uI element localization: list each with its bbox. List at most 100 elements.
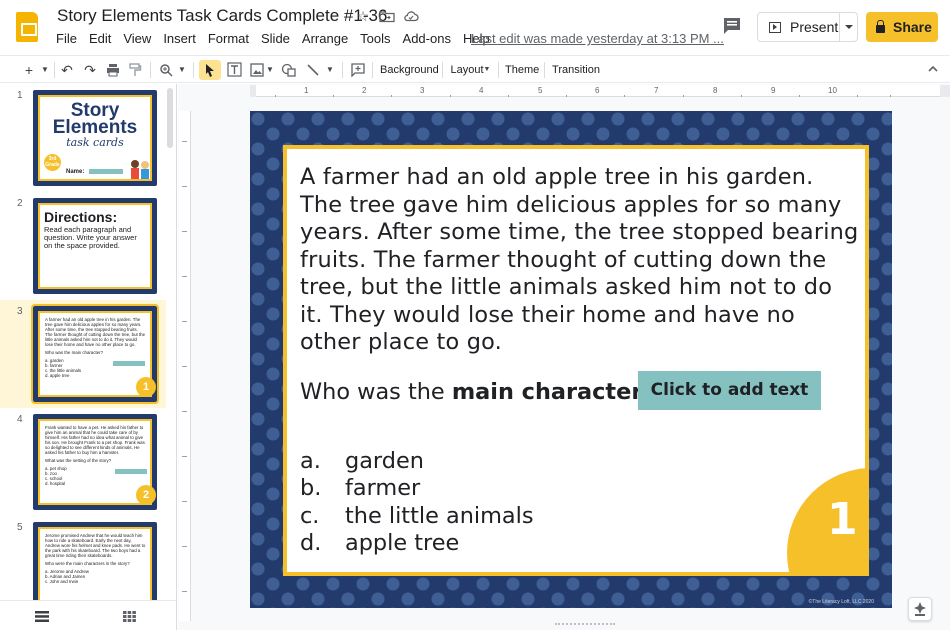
thumb-answer-bar — [113, 361, 145, 366]
new-slide-dropdown-icon[interactable]: ▼ — [38, 60, 52, 80]
story-passage[interactable]: A farmer had an old apple tree in his ga… — [300, 164, 860, 357]
explore-button[interactable] — [908, 597, 932, 621]
vertical-ruler[interactable] — [179, 111, 191, 621]
menu-arrange[interactable]: Arrange — [296, 31, 354, 46]
line-dropdown-icon[interactable]: ▼ — [324, 60, 336, 80]
layout-button[interactable]: Layout — [450, 60, 484, 80]
ruler-label: 2 — [362, 86, 367, 95]
redo-icon[interactable]: ↷ — [81, 60, 99, 80]
toolbar: + ▼ ↶ ↷ ▼ ▼ ▼ Background Layout ▼ Theme … — [0, 55, 950, 83]
layout-dropdown-icon[interactable]: ▼ — [482, 60, 492, 80]
paint-format-icon[interactable] — [126, 60, 144, 80]
theme-button[interactable]: Theme — [505, 60, 539, 80]
zoom-icon[interactable] — [157, 60, 175, 80]
line-icon[interactable] — [304, 60, 322, 80]
collapse-menus-icon[interactable] — [926, 62, 940, 76]
ruler-label: 6 — [595, 86, 600, 95]
thumb-heading: Directions: — [44, 209, 118, 225]
ruler-label: 1 — [304, 86, 309, 95]
ruler-tick — [182, 321, 187, 322]
menu-insert[interactable]: Insert — [157, 31, 202, 46]
ruler-margin — [940, 85, 950, 97]
menu-edit[interactable]: Edit — [83, 31, 117, 46]
ruler-tick — [182, 591, 187, 592]
transition-button[interactable]: Transition — [552, 60, 600, 80]
ruler-label: 5 — [538, 86, 543, 95]
task-card[interactable]: A farmer had an old apple tree in his ga… — [283, 145, 869, 576]
new-slide-icon[interactable]: + — [20, 60, 38, 80]
horizontal-ruler[interactable]: 1 2 3 4 5 6 7 8 9 10 — [250, 85, 950, 97]
toolbar-divider — [54, 62, 55, 78]
menu-tools[interactable]: Tools — [354, 31, 396, 46]
choice-letter: a. — [300, 448, 321, 474]
print-icon[interactable] — [104, 60, 122, 80]
slide-number: 4 — [17, 414, 23, 425]
filmstrip-slide-1[interactable]: 1 Story Elements task cards 3rd Grade Na… — [0, 84, 166, 192]
star-icon[interactable]: ☆ — [355, 8, 371, 24]
menu-file[interactable]: File — [50, 31, 83, 46]
ruler-tick — [182, 501, 187, 502]
ruler-tick — [182, 141, 187, 142]
shape-icon[interactable] — [280, 60, 298, 80]
last-edit-link[interactable]: Last edit was made yesterday at 3:13 PM … — [471, 31, 724, 46]
slide-thumbnail[interactable]: A farmer had an old apple tree in his ga… — [31, 304, 159, 404]
thumb-choice: d. hospital — [45, 481, 66, 486]
question-text[interactable]: Who was the main character? — [300, 379, 654, 405]
menu-slide[interactable]: Slide — [255, 31, 296, 46]
choice-letter: b. — [300, 475, 322, 502]
document-title[interactable]: Story Elements Task Cards Complete #1-36 — [57, 6, 387, 26]
image-dropdown-icon[interactable]: ▼ — [264, 60, 276, 80]
choice-text: farmer — [345, 475, 421, 502]
thumb-number-badge: 1 — [136, 377, 156, 397]
comment-history-icon[interactable] — [720, 14, 744, 38]
slide-number: 3 — [17, 306, 23, 317]
cloud-status-icon[interactable] — [403, 8, 419, 24]
thumb-question: Who were the main characters in the stor… — [45, 561, 130, 566]
thumb-name-bar — [89, 169, 123, 174]
ruler-label: 9 — [771, 86, 776, 95]
slide-thumbnail[interactable]: Story Elements task cards 3rd Grade Name… — [33, 90, 157, 186]
filmstrip-view-icon[interactable] — [35, 611, 49, 622]
filmstrip-slide-2[interactable]: 2 Directions: Read each paragraph and qu… — [0, 192, 166, 300]
thumb-text: Jerome promised Andrew that he would tea… — [45, 533, 146, 558]
thumb-choice: d. apple tree — [45, 373, 70, 378]
answer-text-box[interactable]: Click to add text — [638, 371, 821, 410]
slide-thumbnail[interactable]: Frank wanted to have a pet. He asked his… — [33, 414, 157, 510]
question-bold: main character — [451, 379, 643, 405]
move-folder-icon[interactable] — [379, 8, 395, 24]
slide-number: 2 — [17, 198, 23, 209]
menu-addons[interactable]: Add-ons — [397, 31, 457, 46]
filmstrip-slide-4[interactable]: 4 Frank wanted to have a pet. He asked h… — [0, 408, 166, 516]
zoom-dropdown-icon[interactable]: ▼ — [176, 60, 188, 80]
share-label: Share — [893, 19, 932, 35]
share-button[interactable]: Share — [866, 12, 938, 42]
ruler-tick — [890, 95, 891, 97]
select-cursor-icon[interactable] — [199, 60, 221, 80]
filmstrip-scrollbar[interactable] — [167, 88, 173, 148]
card-number: 1 — [827, 494, 858, 545]
menu-format[interactable]: Format — [202, 31, 255, 46]
present-dropdown-icon[interactable] — [839, 13, 857, 41]
slide-thumbnail[interactable]: Directions: Read each paragraph and ques… — [33, 198, 157, 294]
thumb-question: Who was the main character? — [45, 350, 104, 355]
thumb-grade-badge: 3rd Grade — [44, 154, 61, 171]
card-number-badge[interactable]: 1 — [787, 468, 865, 572]
text-box-icon[interactable] — [225, 60, 243, 80]
slides-logo-icon[interactable] — [16, 12, 38, 42]
slide-filmstrip: 1 Story Elements task cards 3rd Grade Na… — [0, 84, 177, 630]
background-button[interactable]: Background — [380, 60, 439, 80]
ruler-tick — [182, 231, 187, 232]
answer-choices[interactable]: a. garden b. farmer c. the little animal… — [300, 448, 534, 558]
present-button[interactable]: Present — [757, 12, 858, 42]
choice-text: garden — [345, 448, 424, 474]
menu-view[interactable]: View — [117, 31, 157, 46]
ruler-label: 4 — [479, 86, 484, 95]
slide-canvas[interactable]: A farmer had an old apple tree in his ga… — [250, 111, 892, 608]
undo-icon[interactable]: ↶ — [58, 60, 76, 80]
thumb-question: What was the setting of the story? — [45, 458, 112, 463]
add-comment-icon[interactable] — [349, 60, 367, 80]
grid-view-icon[interactable] — [123, 611, 136, 622]
filmstrip-slide-3[interactable]: 3 A farmer had an old apple tree in his … — [0, 300, 166, 408]
thumb-title: Elements — [52, 117, 138, 138]
speaker-notes-handle[interactable] — [555, 623, 615, 627]
